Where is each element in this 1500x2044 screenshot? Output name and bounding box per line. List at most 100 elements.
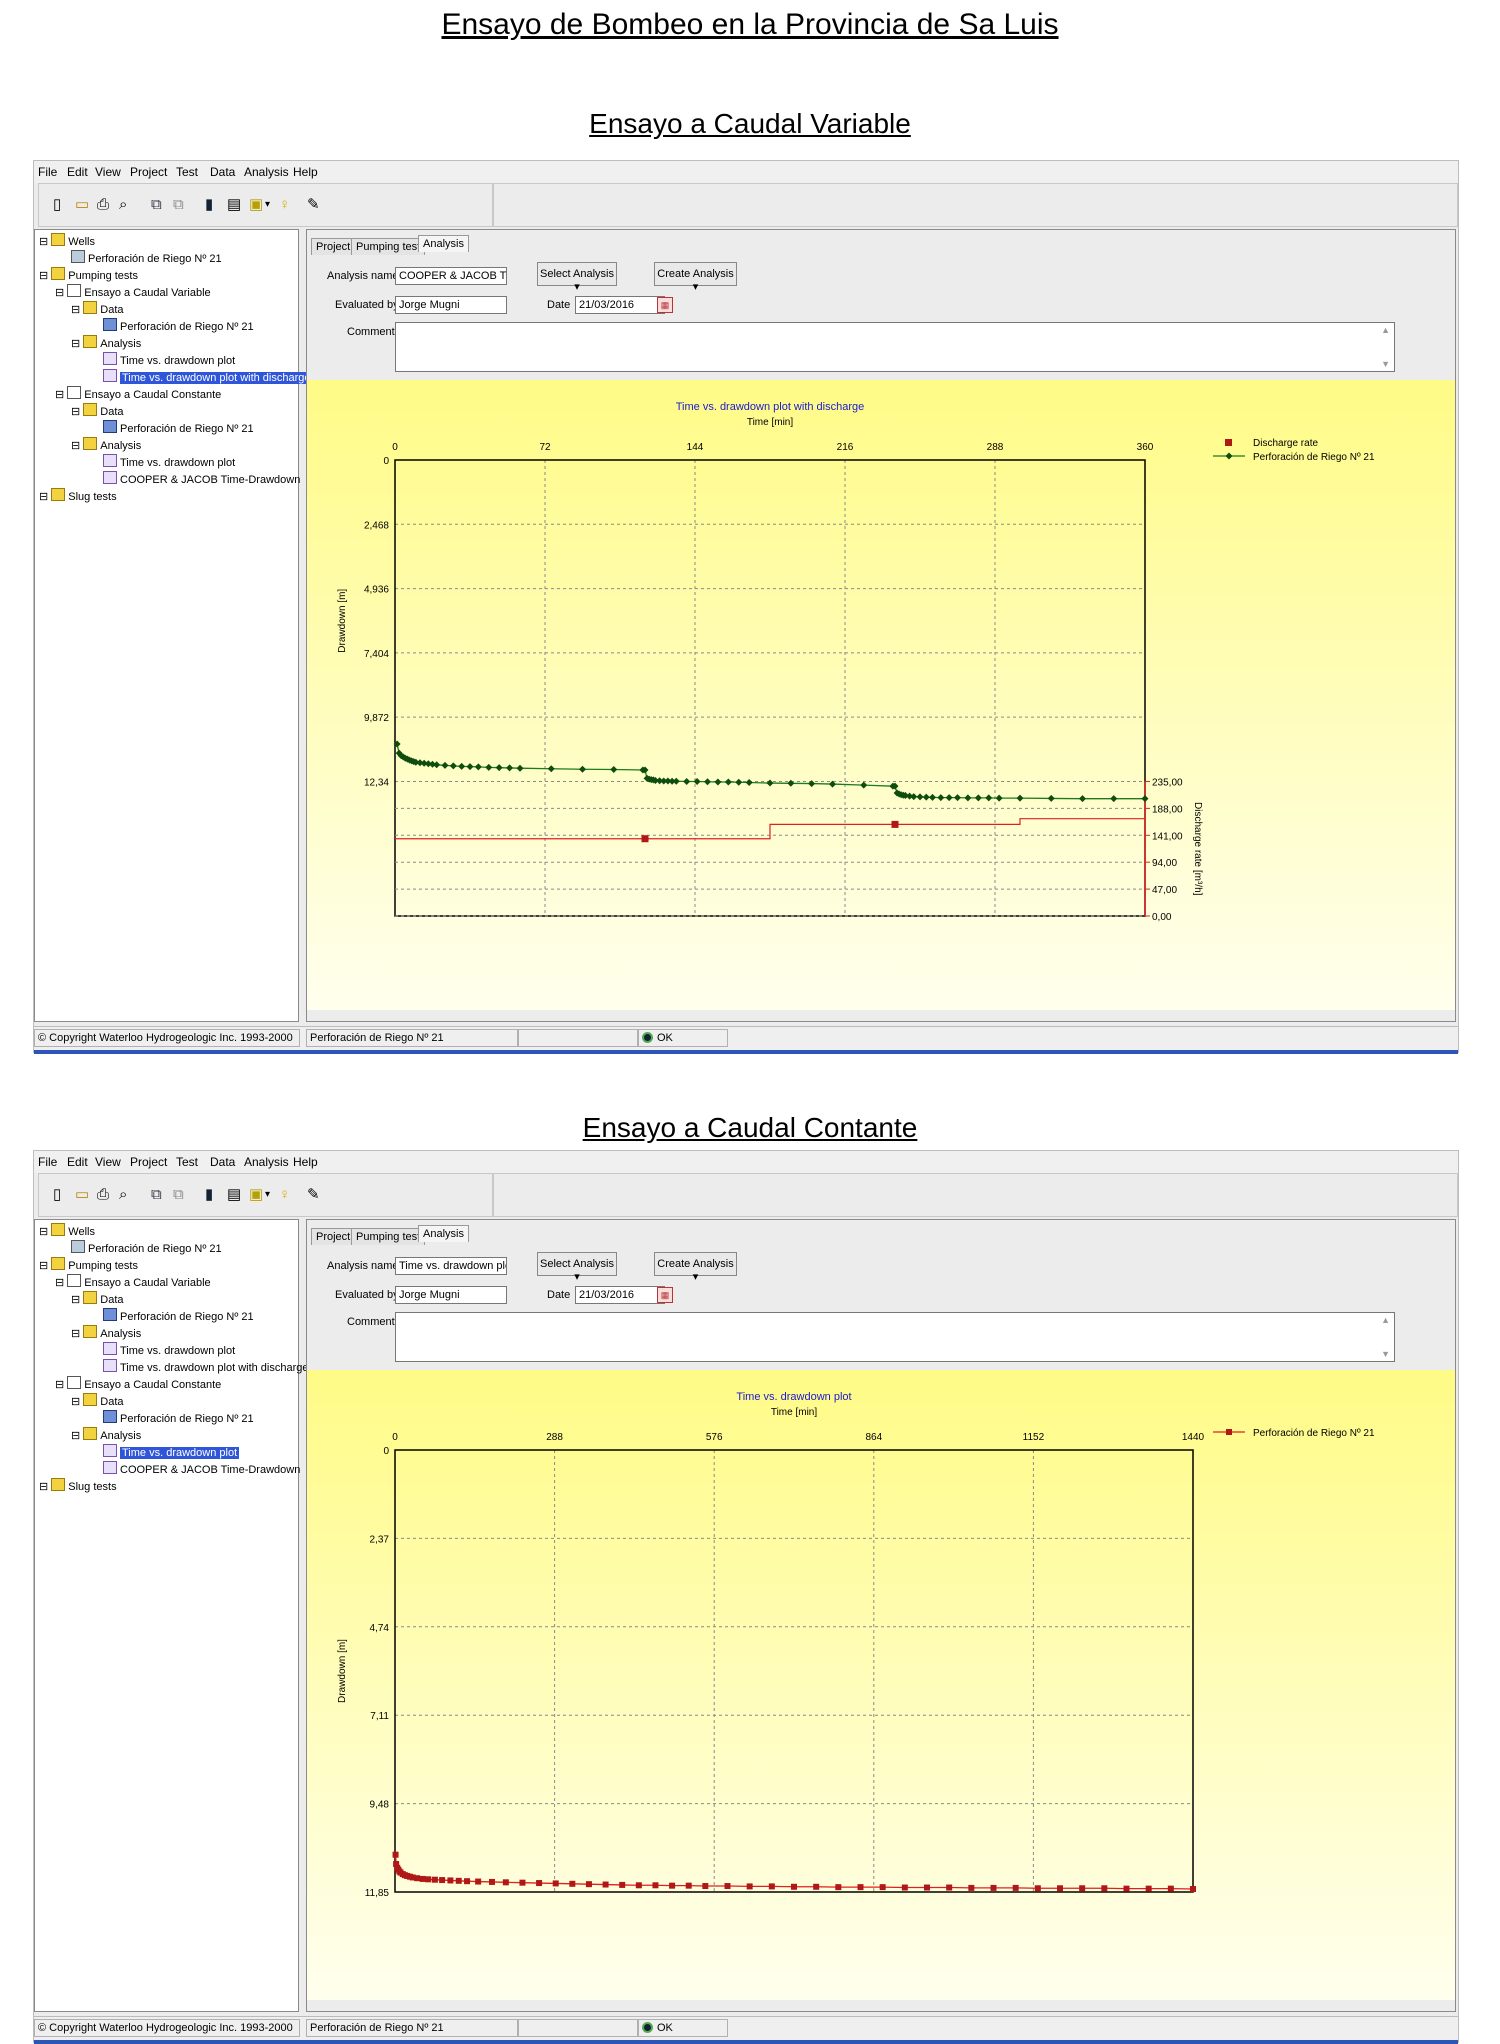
print-preview-icon[interactable]: ⌕ [119,196,127,214]
tree-slug-tests[interactable]: ⊟ Slug tests [39,1478,117,1494]
date-field[interactable]: 21/03/2016 [575,296,665,314]
menu-help[interactable]: Help [293,1155,318,1169]
drawdown-point [1101,1885,1108,1892]
menu-analysis[interactable]: Analysis [244,165,289,179]
dropdown-arrow-icon[interactable]: ▾ [265,1186,270,1204]
lightbulb-icon[interactable]: ♀ [279,1186,290,1204]
menu-project[interactable]: Project [130,165,167,179]
comment-field[interactable]: ▲ ▼ [395,1312,1395,1362]
tree-pumping-tests[interactable]: ⊟ Pumping tests [39,1257,138,1273]
menu-view[interactable]: View [95,165,121,179]
menu-edit[interactable]: Edit [67,165,88,179]
lightbulb-icon[interactable]: ♀ [279,196,290,214]
menu-data[interactable]: Data [210,165,235,179]
menu-file[interactable]: File [38,165,57,179]
select-analysis-button[interactable]: Select Analysis ▾ [537,262,617,293]
tree-data-well-variable[interactable]: Perforación de Riego Nº 21 [103,318,254,334]
scroll-up-icon[interactable]: ▲ [1381,1315,1390,1325]
wand-icon[interactable]: ✎ [307,1186,320,1204]
tree-test-variable[interactable]: ⊟ Ensayo a Caudal Variable [55,284,211,300]
x-tick-label: 216 [837,442,854,453]
export-icon[interactable]: ▤ [227,196,241,214]
paste-icon[interactable]: ⧉ [173,196,184,214]
tree-cooper-jacob[interactable]: COOPER & JACOB Time-Drawdown [103,1461,300,1477]
open-folder-icon[interactable]: ▭ [75,196,89,214]
tree-analysis-variable[interactable]: ⊟ Analysis [71,1325,141,1341]
menu-analysis[interactable]: Analysis [244,1155,289,1169]
app-window-variable: File Edit View Project Test Data Analysi… [33,160,1459,1054]
menu-file[interactable]: File [38,1155,57,1169]
tree-wells[interactable]: ⊟ Wells [39,233,95,249]
tree-data-well-variable[interactable]: Perforación de Riego Nº 21 [103,1308,254,1324]
wand-icon[interactable]: ✎ [307,196,320,214]
scroll-down-icon[interactable]: ▼ [1381,359,1390,369]
tree-analysis-variable[interactable]: ⊟ Analysis [71,335,141,351]
tree-data-constant[interactable]: ⊟ Data [71,1393,124,1409]
dropdown-arrow-icon[interactable]: ▾ [265,196,270,214]
tree-data-well-constant[interactable]: Perforación de Riego Nº 21 [103,1410,254,1426]
create-analysis-button[interactable]: Create Analysis ▾ [654,1252,737,1283]
tree-data-variable[interactable]: ⊟ Data [71,1291,124,1307]
tree-wells[interactable]: ⊟ Wells [39,1223,95,1239]
template-icon[interactable]: ▣ [249,196,263,214]
new-file-icon[interactable]: ▯ [53,196,61,214]
tree-cooper-jacob[interactable]: COOPER & JACOB Time-Drawdown [103,471,300,487]
paste-icon[interactable]: ⧉ [173,1186,184,1204]
tree-test-constant[interactable]: ⊟ Ensayo a Caudal Constante [55,1376,221,1392]
new-file-icon[interactable]: ▯ [53,1186,61,1204]
analysis-name-field[interactable]: Time vs. drawdown plot [395,1257,507,1275]
select-analysis-button[interactable]: Select Analysis ▾ [537,1252,617,1283]
tree-data-variable[interactable]: ⊟ Data [71,301,124,317]
print-preview-icon[interactable]: ⌕ [119,1186,127,1204]
tree-slug-tests[interactable]: ⊟ Slug tests [39,488,117,504]
tab-analysis[interactable]: Analysis [418,1225,469,1242]
calendar-icon[interactable]: ▦ [657,1287,673,1303]
tree-well-item[interactable]: Perforación de Riego Nº 21 [71,250,222,266]
calendar-icon[interactable]: ▦ [657,297,673,313]
tree-plot-time-drawdown-constant[interactable]: Time vs. drawdown plot [103,454,235,470]
menu-help[interactable]: Help [293,165,318,179]
tree-data-well-constant[interactable]: Perforación de Riego Nº 21 [103,420,254,436]
export-icon[interactable]: ▤ [227,1186,241,1204]
report-icon[interactable]: ▮ [205,196,213,214]
tree-plot-time-drawdown-constant[interactable]: Time vs. drawdown plot [103,1444,240,1460]
evaluated-by-field[interactable]: Jorge Mugni [395,296,507,314]
tree-plot-with-discharge[interactable]: Time vs. drawdown plot with discharge [103,369,313,385]
menu-test[interactable]: Test [176,1155,198,1169]
scroll-up-icon[interactable]: ▲ [1381,325,1390,335]
tab-pumping-test[interactable]: Pumping test [351,1228,426,1245]
menu-data[interactable]: Data [210,1155,235,1169]
template-icon[interactable]: ▣ [249,1186,263,1204]
tree-pumping-tests[interactable]: ⊟ Pumping tests [39,267,138,283]
tree-test-constant[interactable]: ⊟ Ensayo a Caudal Constante [55,386,221,402]
tree-plot-time-drawdown-variable[interactable]: Time vs. drawdown plot [103,1342,235,1358]
report-icon[interactable]: ▮ [205,1186,213,1204]
print-icon[interactable]: ⎙ [97,196,109,214]
drawdown-point [1079,795,1086,803]
comment-field[interactable]: ▲ ▼ [395,322,1395,372]
tree-analysis-constant[interactable]: ⊟ Analysis [71,1427,141,1443]
tree-well-item[interactable]: Perforación de Riego Nº 21 [71,1240,222,1256]
scroll-down-icon[interactable]: ▼ [1381,1349,1390,1359]
analysis-name-field[interactable]: COOPER & JACOB Time-D [395,267,507,285]
tree-plot-time-drawdown-variable[interactable]: Time vs. drawdown plot [103,352,235,368]
menu-test[interactable]: Test [176,165,198,179]
evaluated-by-field[interactable]: Jorge Mugni [395,1286,507,1304]
tab-pumping-test[interactable]: Pumping test [351,238,426,255]
copy-icon[interactable]: ⧉ [151,1186,162,1204]
create-analysis-button[interactable]: Create Analysis ▾ [654,262,737,293]
menu-view[interactable]: View [95,1155,121,1169]
tree-test-variable[interactable]: ⊟ Ensayo a Caudal Variable [55,1274,211,1290]
print-icon[interactable]: ⎙ [97,1186,109,1204]
menu-edit[interactable]: Edit [67,1155,88,1169]
date-field[interactable]: 21/03/2016 [575,1286,665,1304]
tab-analysis[interactable]: Analysis [418,235,469,252]
menu-project[interactable]: Project [130,1155,167,1169]
tab-project[interactable]: Project [311,238,356,255]
tree-data-constant[interactable]: ⊟ Data [71,403,124,419]
tab-project[interactable]: Project [311,1228,356,1245]
tree-analysis-constant[interactable]: ⊟ Analysis [71,437,141,453]
open-folder-icon[interactable]: ▭ [75,1186,89,1204]
copy-icon[interactable]: ⧉ [151,196,162,214]
tree-plot-with-discharge[interactable]: Time vs. drawdown plot with discharge [103,1359,309,1375]
